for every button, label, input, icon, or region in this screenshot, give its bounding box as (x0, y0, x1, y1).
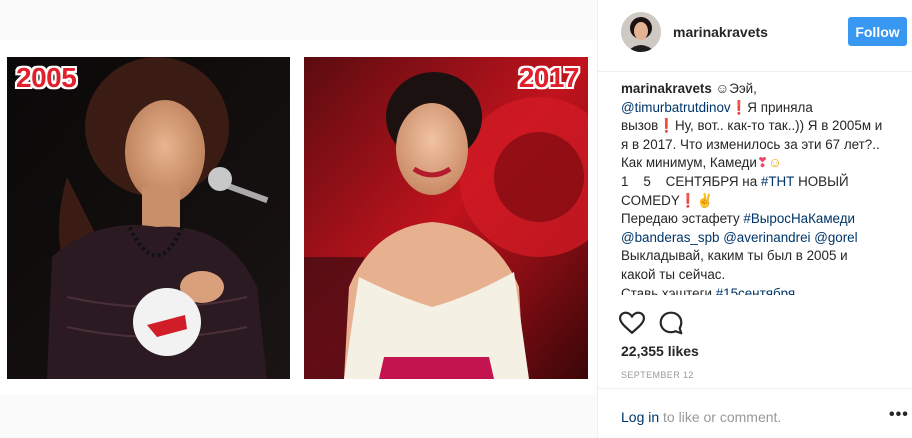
photo-2017: 2017 (304, 57, 588, 379)
instagram-post: 2005 2017 marinakravets Follow marinakra… (0, 0, 912, 438)
follow-button[interactable]: Follow (848, 17, 907, 46)
collage-image[interactable]: 2005 2017 (0, 40, 597, 395)
caption-text: Я приняла (747, 99, 813, 115)
caption-text: COMEDY (621, 192, 680, 208)
caption-line: какой ты сейчас. (621, 266, 901, 285)
caption-text: вызов (621, 118, 659, 134)
heart-outline-icon[interactable] (619, 310, 645, 336)
emoji-icon: ☺ (768, 155, 782, 171)
exclamation-icon: ❗ (679, 192, 697, 208)
login-suffix: to like or comment. (659, 409, 782, 425)
likes-count[interactable]: 22,355 likes (621, 343, 699, 359)
caption-link[interactable]: @averinandrei (723, 230, 810, 245)
caption-text: Выкладывай, каким ты был в 2005 и (621, 248, 848, 264)
post-side-panel: marinakravets Follow marinakravets ☺Ээй,… (597, 0, 912, 438)
caption-line: COMEDY❗✌ (621, 192, 901, 211)
caption-line-text: ☺Ээй, (712, 81, 757, 96)
emoji-icon: ✌ (696, 192, 714, 208)
avatar-image (621, 12, 661, 52)
comment-bar: Log in to like or comment. ••• (598, 388, 912, 438)
avatar[interactable] (621, 12, 661, 52)
post-media: 2005 2017 (0, 0, 597, 438)
exclamation-icon: ❗ (730, 99, 748, 115)
photo-2005: 2005 (7, 57, 290, 379)
caption-line: marinakravets ☺Ээй, (621, 80, 901, 99)
post-header: marinakravets Follow (598, 0, 912, 72)
caption-line: @timurbatrutdinov❗Я приняла (621, 99, 901, 118)
caption-text: я в 2017. Что изменилось за эти 67 лет?.… (621, 136, 880, 152)
caption-line: я в 2017. Что изменилось за эти 67 лет?.… (621, 136, 901, 155)
caption-line: Выкладывай, каким ты был в 2005 и (621, 247, 901, 266)
post-date: SEPTEMBER 12 (621, 370, 694, 380)
caption-link[interactable]: #ТНТ (761, 174, 794, 189)
caption-text: Как минимум, Камеди (621, 155, 757, 171)
caption-author[interactable]: marinakravets (621, 81, 712, 96)
caption-text: какой ты сейчас. (621, 266, 726, 282)
caption-line: Передаю эстафету #ВыросНаКамеди (621, 210, 901, 229)
year-label-2005: 2005 (16, 62, 77, 93)
caption: marinakravets ☺Ээй, @timurbatrutdinov❗Я … (621, 80, 901, 295)
caption-text: НОВЫЙ (794, 173, 849, 189)
caption-line: 1 5 СЕНТЯБРЯ на #ТНТ НОВЫЙ (621, 173, 901, 192)
speech-bubble-icon[interactable] (658, 310, 684, 336)
caption-link[interactable]: @timurbatrutdinov (621, 100, 731, 115)
post-actions (619, 310, 701, 336)
heart-icon: ❣ (756, 155, 769, 171)
caption-line: вызов❗Ну, вот.. как-то так..)) Я в 2005м… (621, 117, 901, 136)
photo-2017-image (304, 57, 588, 379)
caption-link[interactable]: #ВыросНаКамеди (743, 211, 855, 226)
caption-text: Ставь хэштеги (621, 285, 716, 295)
login-link[interactable]: Log in (621, 409, 659, 425)
photo-2005-image (7, 57, 290, 379)
exclamation-icon: ❗ (658, 118, 675, 134)
caption-body: @timurbatrutdinov❗Я приняла вызов❗Ну, вот… (621, 99, 901, 295)
caption-line: Ставь хэштеги #15сентября (621, 285, 901, 295)
login-prompt: Log in to like or comment. (621, 409, 781, 425)
caption-link[interactable]: @banderas_spb (621, 230, 719, 245)
caption-text: Передаю эстафету (621, 211, 744, 227)
caption-line: @banderas_spb @averinandrei @gorel (621, 229, 901, 248)
year-label-2017: 2017 (518, 62, 580, 93)
caption-text: 1 5 СЕНТЯБРЯ на (621, 173, 761, 189)
caption-line: Как минимум, Камеди❣☺ (621, 154, 901, 173)
caption-link[interactable]: @gorel (814, 230, 857, 245)
caption-text: Ну, вот.. как-то так..)) Я в 2005м и (674, 118, 883, 134)
username[interactable]: marinakravets (673, 24, 768, 40)
caption-link[interactable]: #15сентября (716, 286, 795, 295)
caption-text: ☺Ээй, (711, 81, 757, 96)
more-options-icon[interactable]: ••• (889, 407, 908, 423)
